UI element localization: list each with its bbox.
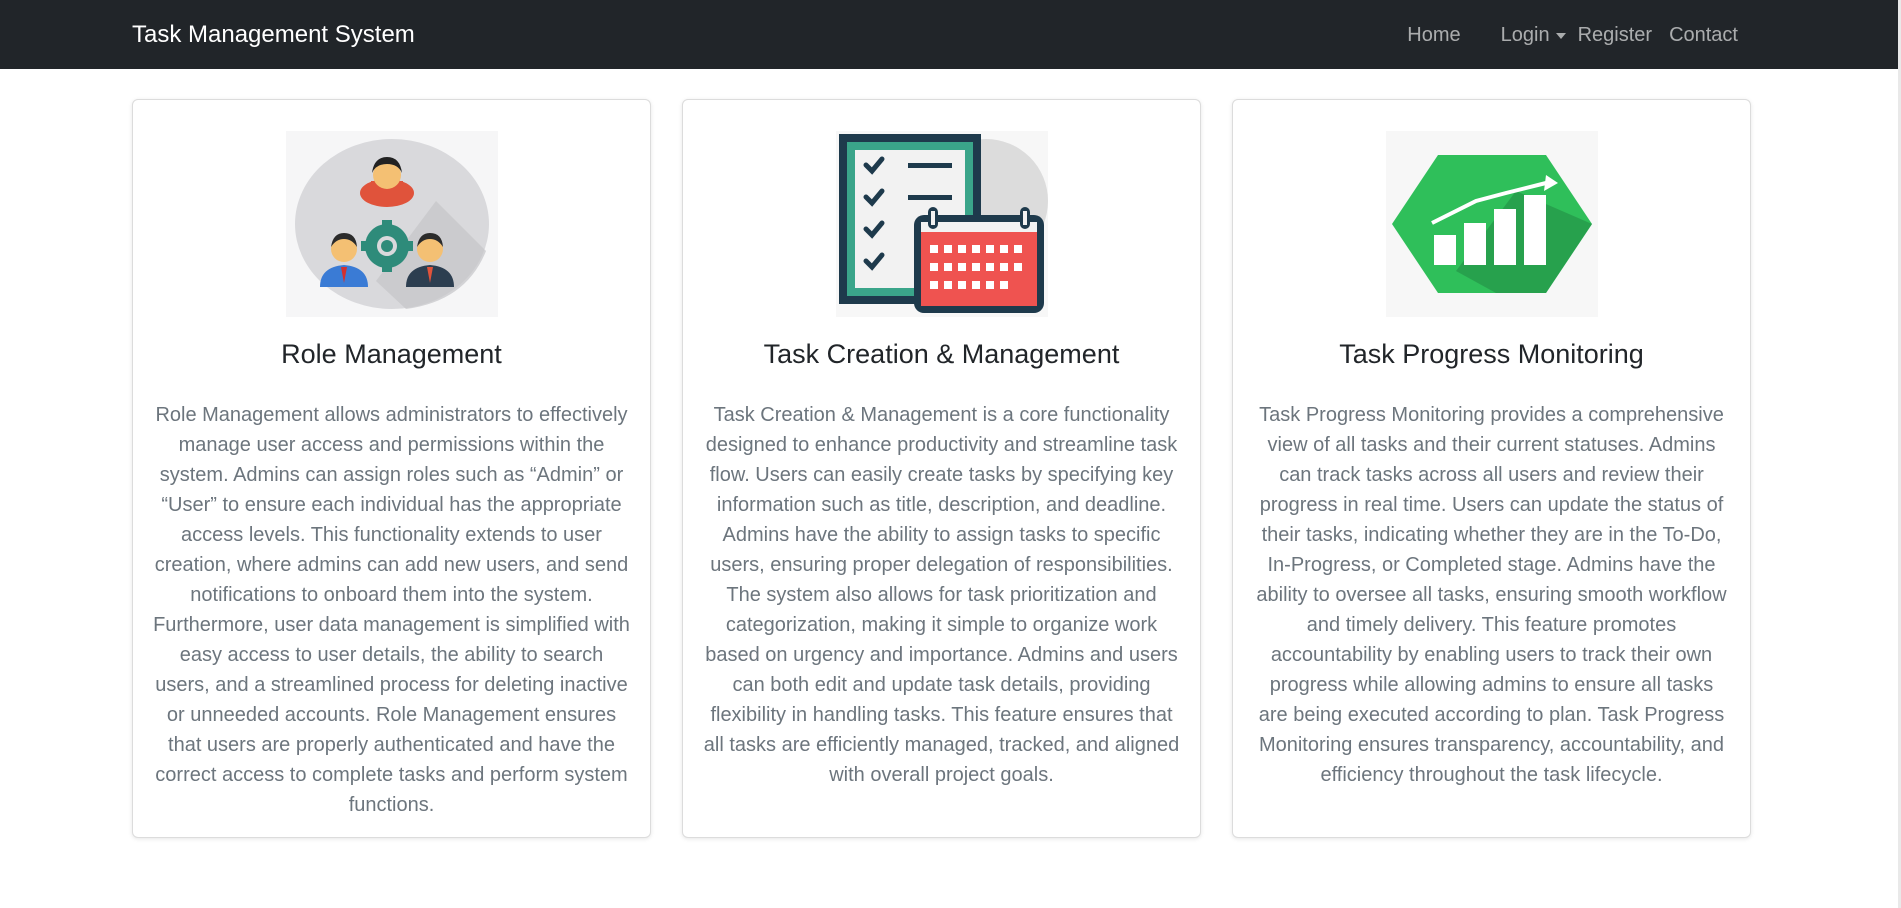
caret-down-icon (1555, 33, 1566, 39)
nav-login-label: Login (1500, 24, 1550, 46)
task-checklist-calendar-illustration (835, 131, 1048, 317)
card-text: Task Creation & Management is a core fun… (703, 404, 1180, 786)
feature-card-progress-monitoring: Task Progress Monitoring Task Progress M… (1232, 99, 1751, 838)
nav-links: Home Login Register Contact (1407, 20, 1738, 50)
nav-home-link[interactable]: Home (1407, 20, 1460, 50)
card-title: Role Management (281, 339, 502, 369)
feature-card-role-management: Role Management Role Management allows a… (132, 99, 651, 838)
nav-register-link[interactable]: Register (1578, 20, 1652, 50)
feature-card-task-creation: Task Creation & Management Task Creation… (682, 99, 1201, 838)
nav-login-dropdown[interactable]: Login (1501, 20, 1566, 50)
top-navbar: Task Management System Home Login Regist… (0, 0, 1898, 69)
role-management-illustration (285, 131, 498, 317)
card-text: Task Progress Monitoring provides a comp… (1256, 404, 1727, 786)
card-title: Task Progress Monitoring (1339, 339, 1644, 369)
card-text: Role Management allows administrators to… (153, 404, 630, 816)
card-title: Task Creation & Management (763, 339, 1120, 369)
brand-link[interactable]: Task Management System (132, 19, 415, 51)
progress-growth-chart-illustration (1385, 131, 1598, 317)
nav-contact-link[interactable]: Contact (1669, 20, 1738, 50)
